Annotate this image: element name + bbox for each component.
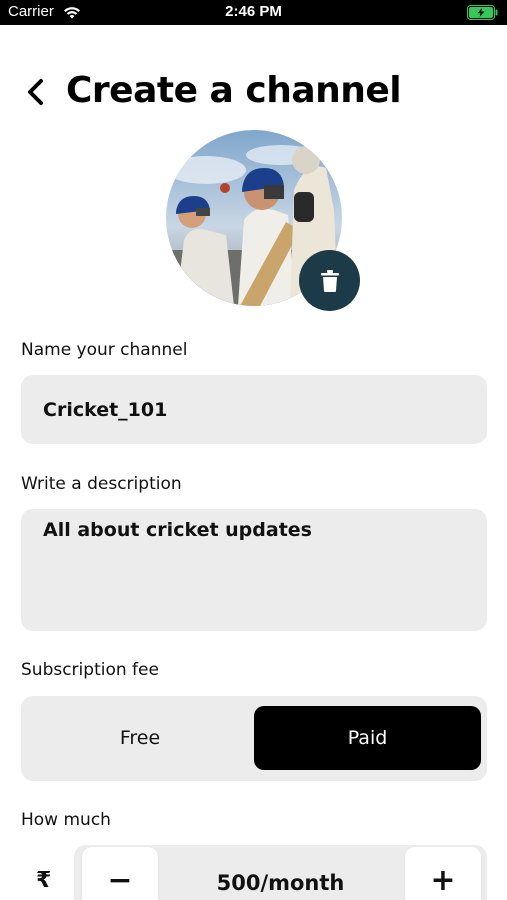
amount-value: 500/month <box>216 871 345 895</box>
rupee-icon: ₹ <box>36 868 52 893</box>
description-label: Write a description <box>21 474 182 494</box>
subscription-fee-toggle: Free Paid <box>21 696 487 781</box>
channel-name-input[interactable] <box>21 375 487 444</box>
trash-icon <box>320 269 339 292</box>
battery-charging-icon <box>467 5 498 20</box>
delete-photo-button[interactable] <box>299 250 360 311</box>
description-input[interactable]: All about cricket updates <box>21 509 487 631</box>
page-title: Create a channel <box>66 70 402 111</box>
clock: 2:46 PM <box>225 3 282 20</box>
decrease-amount-button[interactable]: − <box>82 847 158 900</box>
fee-option-free[interactable]: Free <box>27 706 253 770</box>
amount-label: How much <box>21 810 111 830</box>
subscription-fee-label: Subscription fee <box>21 660 159 680</box>
name-label: Name your channel <box>21 340 188 360</box>
increase-amount-button[interactable]: + <box>405 847 481 900</box>
amount-stepper: − 500/month + <box>74 845 487 900</box>
status-bar: Carrier 2:46 PM <box>0 0 507 25</box>
fee-option-paid[interactable]: Paid <box>254 706 481 770</box>
back-button[interactable] <box>18 74 54 110</box>
chevron-left-icon <box>28 79 43 105</box>
